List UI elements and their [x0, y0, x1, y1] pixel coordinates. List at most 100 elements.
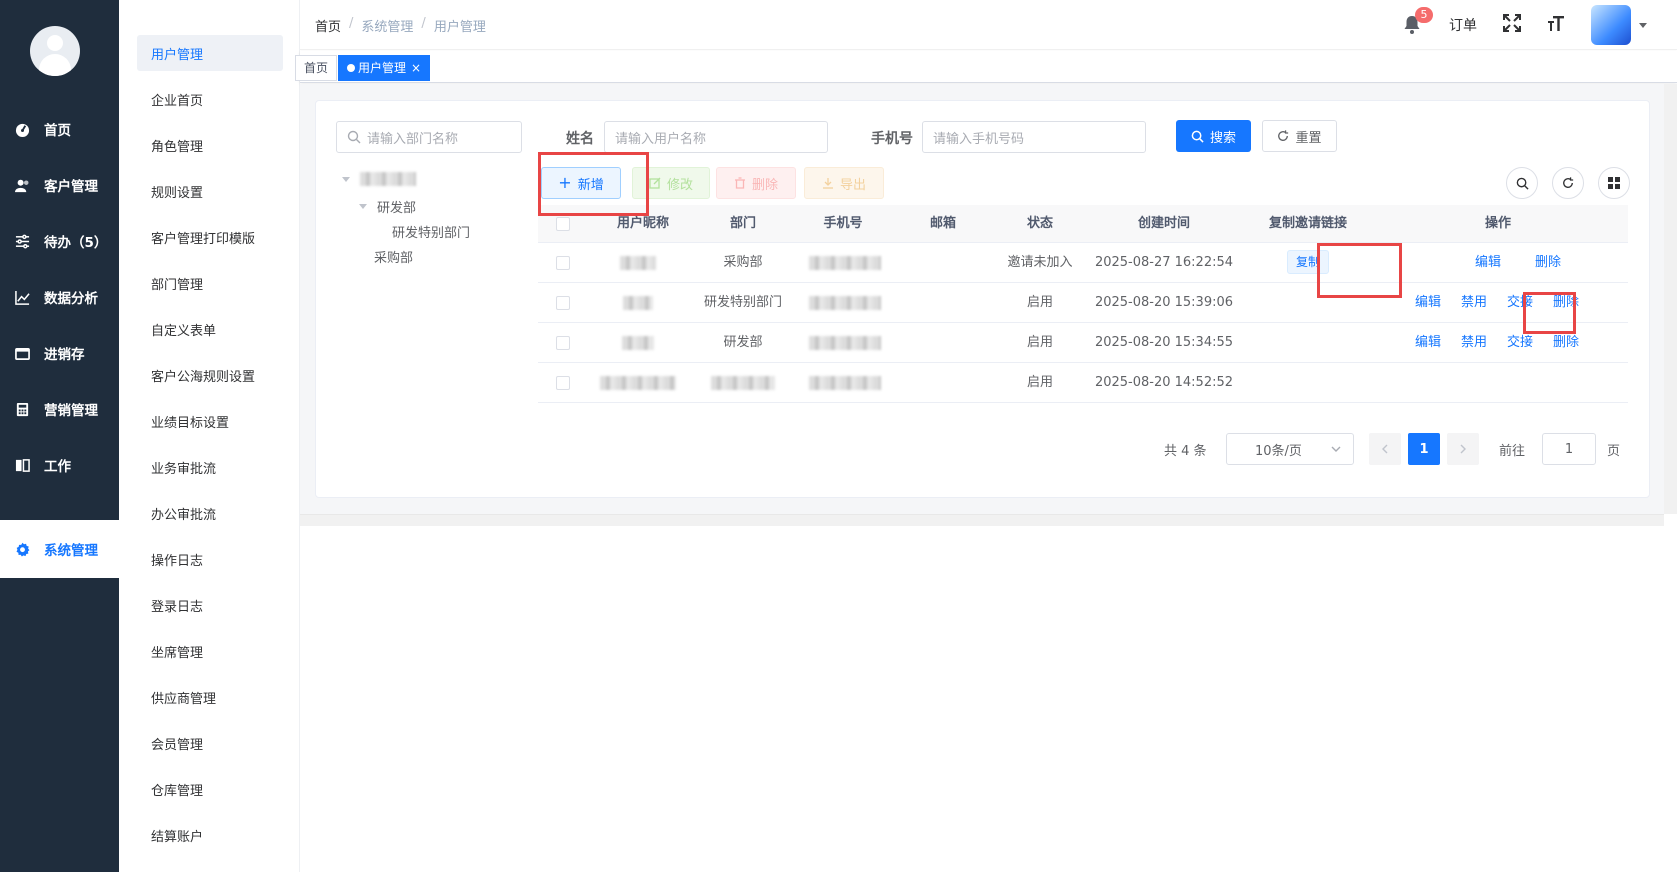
rail-item-work[interactable]: 工作	[0, 436, 119, 494]
name-label: 姓名	[566, 131, 594, 147]
submenu-item[interactable]: 部门管理	[137, 265, 283, 301]
active-dot-icon	[347, 64, 355, 72]
chevron-down-icon[interactable]	[1639, 22, 1647, 28]
phone-label: 手机号	[871, 131, 913, 147]
search-icon	[347, 130, 361, 144]
chevron-left-icon	[1382, 444, 1388, 454]
rail-item-customers[interactable]: 客户管理	[0, 156, 119, 214]
submenu-item[interactable]: 仓库管理	[137, 771, 283, 807]
tree-node[interactable]: 研发部	[359, 197, 416, 216]
edit-link[interactable]: 编辑	[1408, 323, 1448, 363]
submenu-item[interactable]: 操作日志	[137, 541, 283, 577]
submenu-item[interactable]: 业绩目标设置	[137, 403, 283, 439]
refresh-icon	[1563, 177, 1574, 188]
trash-icon	[734, 177, 745, 189]
redacted-company-name	[360, 172, 416, 186]
prev-page-button[interactable]	[1369, 433, 1401, 465]
column-header: 状态	[1026, 216, 1053, 231]
export-button[interactable]: 导出	[804, 167, 884, 199]
rail-item-analytics[interactable]: 数据分析	[0, 268, 119, 326]
submenu-item[interactable]: 角色管理	[137, 127, 283, 163]
tree-node[interactable]: 研发特别部门	[392, 222, 470, 241]
submenu-item[interactable]: 登录日志	[137, 587, 283, 623]
tree-root[interactable]	[342, 172, 416, 186]
disable-link[interactable]: 禁用	[1454, 323, 1494, 363]
table-row: 研发部 启用 2025-08-20 15:34:55 编辑 禁用 交接 删除	[538, 323, 1628, 363]
delete-link[interactable]: 删除	[1546, 283, 1586, 323]
submenu-item[interactable]: 客户公海规则设置	[137, 357, 283, 393]
cell-created-time: 2025-08-20 15:39:06	[1094, 295, 1234, 310]
rail-item-inventory[interactable]: 进销存	[0, 324, 119, 382]
row-checkbox[interactable]	[556, 376, 570, 390]
columns-button[interactable]	[1598, 167, 1630, 199]
breadcrumb: 首页 / 系统管理 / 用户管理	[315, 16, 486, 35]
column-header: 用户昵称	[616, 216, 669, 231]
orders-link[interactable]: 订单	[1449, 15, 1477, 35]
goto-page-input[interactable]: 1	[1542, 433, 1596, 465]
redacted-phone	[809, 295, 881, 310]
rail-item-system[interactable]: 系统管理	[0, 520, 119, 578]
edit-link[interactable]: 编辑	[1408, 283, 1448, 323]
submenu-item[interactable]: 用户管理	[137, 35, 283, 71]
book-icon	[14, 457, 30, 473]
delete-button[interactable]: 删除	[716, 167, 796, 199]
rail-item-todo[interactable]: 待办（5）	[0, 212, 119, 270]
close-icon[interactable]: ×	[411, 61, 421, 75]
submenu-item[interactable]: 客户管理打印模版	[137, 219, 283, 255]
submenu-item[interactable]: 办公审批流	[137, 495, 283, 531]
select-all-checkbox[interactable]	[556, 217, 570, 231]
tag-user-management[interactable]: 用户管理 ×	[338, 55, 431, 81]
edit-button[interactable]: 修改	[632, 167, 710, 199]
submenu-item[interactable]: 企业首页	[137, 81, 283, 117]
handover-link[interactable]: 交接	[1500, 283, 1540, 323]
header-avatar[interactable]	[1591, 5, 1631, 45]
copy-invite-button[interactable]: 复制	[1286, 250, 1329, 274]
cell-status: 启用	[1026, 335, 1053, 350]
user-management-card: 请输入部门名称 姓名 请输入用户名称 手机号 请输入手机号码 搜索 重置 研发部…	[315, 100, 1650, 498]
horizontal-scrollbar[interactable]	[300, 514, 1664, 526]
notification-bell[interactable]: 5	[1403, 7, 1433, 35]
delete-link[interactable]: 删除	[1546, 323, 1586, 363]
fullscreen-icon[interactable]	[1503, 14, 1521, 36]
submenu-item[interactable]: 自定义表单	[137, 311, 283, 347]
dept-search-input[interactable]: 请输入部门名称	[336, 121, 522, 153]
goto-label: 前往	[1499, 443, 1526, 459]
row-checkbox[interactable]	[556, 336, 570, 350]
navbar-right: 5 订单	[1403, 0, 1647, 50]
submenu-item[interactable]: 结算账户	[137, 817, 283, 853]
submenu-item[interactable]: 坐席管理	[137, 633, 283, 669]
delete-link[interactable]: 删除	[1528, 243, 1568, 283]
refresh-icon	[1278, 130, 1289, 141]
submenu-item[interactable]: 供应商管理	[137, 679, 283, 715]
disable-link[interactable]: 禁用	[1454, 283, 1494, 323]
row-checkbox[interactable]	[556, 296, 570, 310]
tree-node[interactable]: 采购部	[374, 247, 413, 266]
breadcrumb-separator: /	[421, 16, 426, 31]
submenu-item[interactable]: 会员管理	[137, 725, 283, 761]
rail-item-marketing[interactable]: 营销管理	[0, 380, 119, 438]
edit-link[interactable]: 编辑	[1468, 243, 1508, 283]
submenu-item[interactable]: 业务审批流	[137, 449, 283, 485]
rail-item-home[interactable]: 首页	[0, 100, 119, 158]
breadcrumb-home[interactable]: 首页	[315, 16, 341, 35]
phone-input[interactable]: 请输入手机号码	[922, 121, 1146, 153]
toggle-search-button[interactable]	[1506, 167, 1538, 199]
user-avatar[interactable]	[30, 26, 80, 76]
next-page-button[interactable]	[1447, 433, 1479, 465]
page-size-select[interactable]: 10条/页	[1226, 433, 1354, 465]
page-number-button[interactable]: 1	[1408, 433, 1440, 465]
tag-home[interactable]: 首页	[295, 55, 338, 81]
reset-button[interactable]: 重置	[1262, 120, 1337, 152]
submenu-item[interactable]: 规则设置	[137, 173, 283, 209]
redacted-phone	[809, 255, 881, 270]
name-input[interactable]: 请输入用户名称	[604, 121, 828, 153]
refresh-button[interactable]	[1552, 167, 1584, 199]
search-button[interactable]: 搜索	[1176, 120, 1251, 152]
add-button[interactable]: + 新增	[541, 167, 621, 199]
dashboard-icon	[14, 121, 30, 137]
download-icon	[822, 178, 833, 189]
handover-link[interactable]: 交接	[1500, 323, 1540, 363]
vertical-scrollbar[interactable]	[1664, 84, 1677, 514]
row-checkbox[interactable]	[556, 256, 570, 270]
font-size-icon[interactable]	[1547, 14, 1565, 36]
